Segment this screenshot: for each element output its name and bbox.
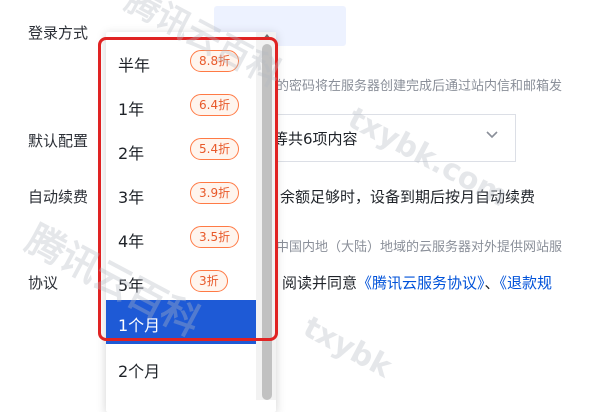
default-config-value: 等共6项内容: [273, 130, 358, 148]
duration-option-label: 3年: [118, 188, 145, 207]
duration-option-label: 2个月: [118, 362, 161, 381]
duration-option-label: 半年: [118, 56, 151, 75]
agreement-prefix: 阅读并同意: [282, 274, 358, 292]
duration-option-2-year[interactable]: 2年 5.4折: [106, 128, 261, 172]
dropdown-scrollbar-thumb[interactable]: [262, 44, 272, 400]
duration-option-5-year[interactable]: 5年 3折: [106, 260, 261, 304]
duration-option-3-year[interactable]: 3年 3.9折: [106, 172, 261, 216]
login-method-label: 登录方式: [28, 24, 89, 42]
duration-option-half-year[interactable]: 半年 8.8折: [106, 40, 261, 84]
auto-renew-label: 自动续费: [28, 188, 89, 206]
discount-badge: 3.9折: [190, 182, 240, 204]
duration-option-label: 4年: [118, 232, 145, 251]
discount-badge: 8.8折: [190, 50, 240, 72]
purchase-duration-dropdown[interactable]: 半年 8.8折 1年 6.4折 2年 5.4折 3年 3.9折 4年 3.5折 …: [106, 32, 276, 412]
default-config-select[interactable]: 等共6项内容: [262, 114, 516, 162]
auto-renew-text: 余额足够时，设备到期后按月自动续费: [280, 188, 536, 206]
agreement-separator: 、: [484, 274, 500, 292]
refund-policy-link[interactable]: 《退款规: [500, 274, 553, 292]
duration-option-label: 1年: [118, 100, 145, 119]
default-config-label: 默认配置: [28, 132, 89, 150]
discount-badge: 3.5折: [190, 226, 240, 248]
duration-option-label: 5年: [118, 276, 145, 295]
duration-option-4-year[interactable]: 4年 3.5折: [106, 216, 261, 260]
service-agreement-link[interactable]: 《腾讯云服务协议》: [357, 274, 485, 292]
arrow-up-icon[interactable]: [262, 34, 272, 40]
discount-badge: 3折: [190, 270, 228, 292]
region-hint-text: 中国内地（大陆）地域的云服务器对外提供网站服: [276, 240, 563, 255]
chevron-down-icon: [486, 131, 498, 139]
watermark-text: txybk: [297, 309, 398, 386]
duration-option-1-year[interactable]: 1年 6.4折: [106, 84, 261, 128]
discount-badge: 5.4折: [190, 138, 240, 160]
duration-option-label: 1个月: [118, 316, 161, 335]
duration-option-1-month[interactable]: 1个月: [106, 300, 261, 344]
agreement-label: 协议: [28, 274, 59, 292]
discount-badge: 6.4折: [190, 94, 240, 116]
agreement-text: 阅读并同意《腾讯云服务协议》、《退款规: [282, 272, 552, 293]
login-hint-text: 的密码将在服务器创建完成后通过站内信和邮箱发: [276, 79, 563, 94]
duration-option-label: 2年: [118, 144, 145, 163]
duration-option-2-month[interactable]: 2个月: [106, 346, 261, 390]
